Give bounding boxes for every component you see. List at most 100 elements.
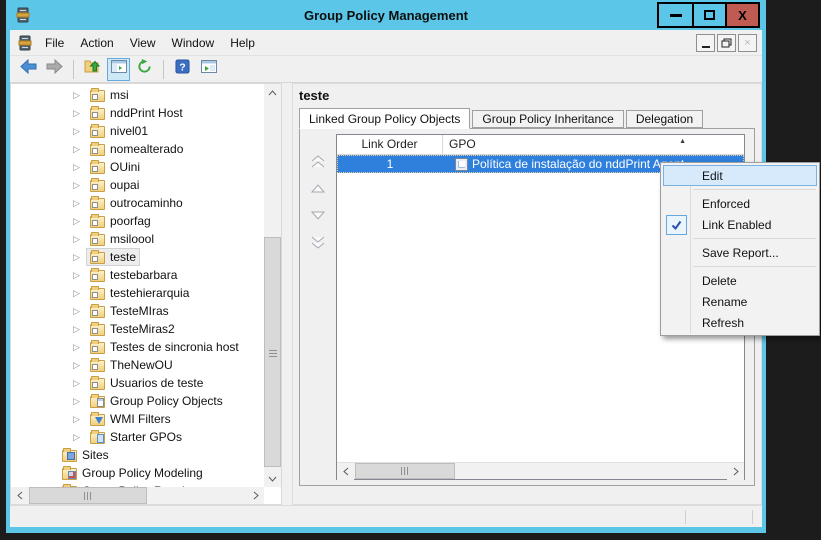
chevron-collapsed-icon[interactable]: ▷ [73,396,86,407]
menu-item-label: Rename [702,294,748,309]
scroll-thumb[interactable] [264,237,281,467]
scroll-right-arrow[interactable] [727,463,744,480]
tree-item-starter-gpos[interactable]: ▷ Starter GPOs [11,428,264,446]
back-arrow-button[interactable] [17,58,40,81]
tree-item-ouini[interactable]: ▷ OUini [11,158,264,176]
tree-item-sites[interactable]: Sites [11,446,264,464]
move-down-button[interactable] [308,207,328,223]
tree-item-oupai[interactable]: ▷ oupai [11,176,264,194]
chevron-collapsed-icon[interactable]: ▷ [73,216,86,227]
mdi-minimize-button[interactable] [696,34,715,52]
menu-view[interactable]: View [122,32,164,54]
chevron-collapsed-icon[interactable]: ▷ [73,90,86,101]
tree-item-usuarios-de-teste[interactable]: ▷ Usuarios de teste [11,374,264,392]
tree-item-testemiras[interactable]: ▷ TesteMIras [11,302,264,320]
menu-action[interactable]: Action [72,32,121,54]
table-horizontal-scrollbar[interactable] [337,462,744,480]
tree-item-teste[interactable]: ▷ teste [11,248,264,266]
mdi-restore-button[interactable] [717,34,736,52]
tree-item-thenewou[interactable]: ▷ TheNewOU [11,356,264,374]
context-menu-item-rename[interactable]: Rename [663,291,817,312]
chevron-collapsed-icon[interactable]: ▷ [73,342,86,353]
tree-item-nivel01[interactable]: ▷ nivel01 [11,122,264,140]
tree-item-group-policy-objects[interactable]: ▷ Group Policy Objects [11,392,264,410]
status-divider [685,510,686,524]
help-button[interactable]: ? [171,58,194,81]
minimize-button[interactable] [659,4,692,26]
title-bar[interactable]: Group Policy Management X [6,0,766,30]
tab-linked-group-policy-objects[interactable]: Linked Group Policy Objects [299,108,471,129]
chevron-collapsed-icon[interactable]: ▷ [73,126,86,137]
tree-item-testes-de-sincronia-host[interactable]: ▷ Testes de sincronia host [11,338,264,356]
new-window-button[interactable] [197,58,220,81]
scroll-left-arrow[interactable] [11,487,28,504]
page-title: teste [299,88,330,103]
chevron-collapsed-icon[interactable]: ▷ [73,360,86,371]
tree-horizontal-scrollbar[interactable] [11,487,264,504]
chevron-collapsed-icon[interactable]: ▷ [73,234,86,245]
scroll-thumb[interactable] [29,487,147,504]
show-console-tree-button[interactable] [107,57,130,81]
column-header-link-order[interactable]: Link Order [337,135,443,154]
chevron-collapsed-icon[interactable]: ▷ [73,270,86,281]
chevron-collapsed-icon[interactable]: ▷ [73,306,86,317]
chevron-collapsed-icon[interactable]: ▷ [73,378,86,389]
column-header-gpo[interactable]: GPO [443,135,744,154]
context-menu-item-save-report[interactable]: Save Report... [663,242,817,263]
scroll-right-arrow[interactable] [247,487,264,504]
tree-item-group-policy-modeling[interactable]: Group Policy Modeling [11,464,264,482]
tree-vertical-scrollbar[interactable] [264,84,281,487]
tree-item-testehierarquia[interactable]: ▷ testehierarquia [11,284,264,302]
tree-item-label: poorfag [110,214,151,228]
up-one-level-button[interactable] [81,58,104,81]
up-one-level-icon [84,59,101,79]
move-to-bottom-button[interactable] [308,234,328,250]
scroll-up-arrow[interactable] [264,84,281,101]
context-menu-item-link-enabled[interactable]: Link Enabled [663,214,817,235]
context-menu-item-enforced[interactable]: Enforced [663,193,817,214]
chevron-collapsed-icon[interactable]: ▷ [73,180,86,191]
context-menu-item-delete[interactable]: Delete [663,270,817,291]
tree-item-poorfag[interactable]: ▷ poorfag [11,212,264,230]
tree-item-label: nomealterado [110,142,184,156]
chevron-collapsed-icon[interactable]: ▷ [73,432,86,443]
tab-group-policy-inheritance[interactable]: Group Policy Inheritance [472,110,624,128]
chevron-collapsed-icon[interactable]: ▷ [73,108,86,119]
refresh-button[interactable] [133,58,156,81]
chevron-collapsed-icon[interactable]: ▷ [73,252,86,263]
tree-item-wmi-filters[interactable]: ▷ WMI Filters [11,410,264,428]
tree-item-testebarbara[interactable]: ▷ testebarbara [11,266,264,284]
tree-item-nomealterado[interactable]: ▷ nomealterado [11,140,264,158]
move-up-button[interactable] [308,180,328,196]
tree-item-testemiras2[interactable]: ▷ TesteMiras2 [11,320,264,338]
pane-splitter[interactable] [282,83,292,505]
tree-item-msiloool[interactable]: ▷ msiloool [11,230,264,248]
mdi-close-button[interactable]: × [738,34,757,52]
menu-file[interactable]: File [37,32,72,54]
chevron-collapsed-icon[interactable]: ▷ [73,198,86,209]
chevron-collapsed-icon[interactable]: ▷ [73,288,86,299]
scroll-left-arrow[interactable] [337,463,354,480]
move-to-top-button[interactable] [308,153,328,169]
tab-delegation[interactable]: Delegation [625,110,704,128]
tree-item-outrocaminho[interactable]: ▷ outrocaminho [11,194,264,212]
tree-item-label: Starter GPOs [110,430,183,444]
scroll-thumb[interactable] [355,463,455,479]
tree-item-msi[interactable]: ▷ msi [11,86,264,104]
menu-window[interactable]: Window [164,32,223,54]
chevron-collapsed-icon[interactable]: ▷ [73,162,86,173]
tree-item-label: outrocaminho [110,196,183,210]
scroll-down-arrow[interactable] [264,470,281,487]
tree-item-nddprint-host[interactable]: ▷ nddPrint Host [11,104,264,122]
forward-arrow-button[interactable] [43,58,66,81]
chevron-collapsed-icon[interactable]: ▷ [73,414,86,425]
ou-folder-icon [90,178,105,192]
close-button[interactable]: X [725,4,758,26]
context-menu-item-refresh[interactable]: Refresh [663,312,817,333]
maximize-button[interactable] [692,4,725,26]
chevron-collapsed-icon[interactable]: ▷ [73,324,86,335]
menu-help[interactable]: Help [222,32,263,54]
chevron-collapsed-icon[interactable]: ▷ [73,144,86,155]
context-menu-item-edit[interactable]: Edit [663,165,817,186]
ou-folder-icon [90,358,105,372]
